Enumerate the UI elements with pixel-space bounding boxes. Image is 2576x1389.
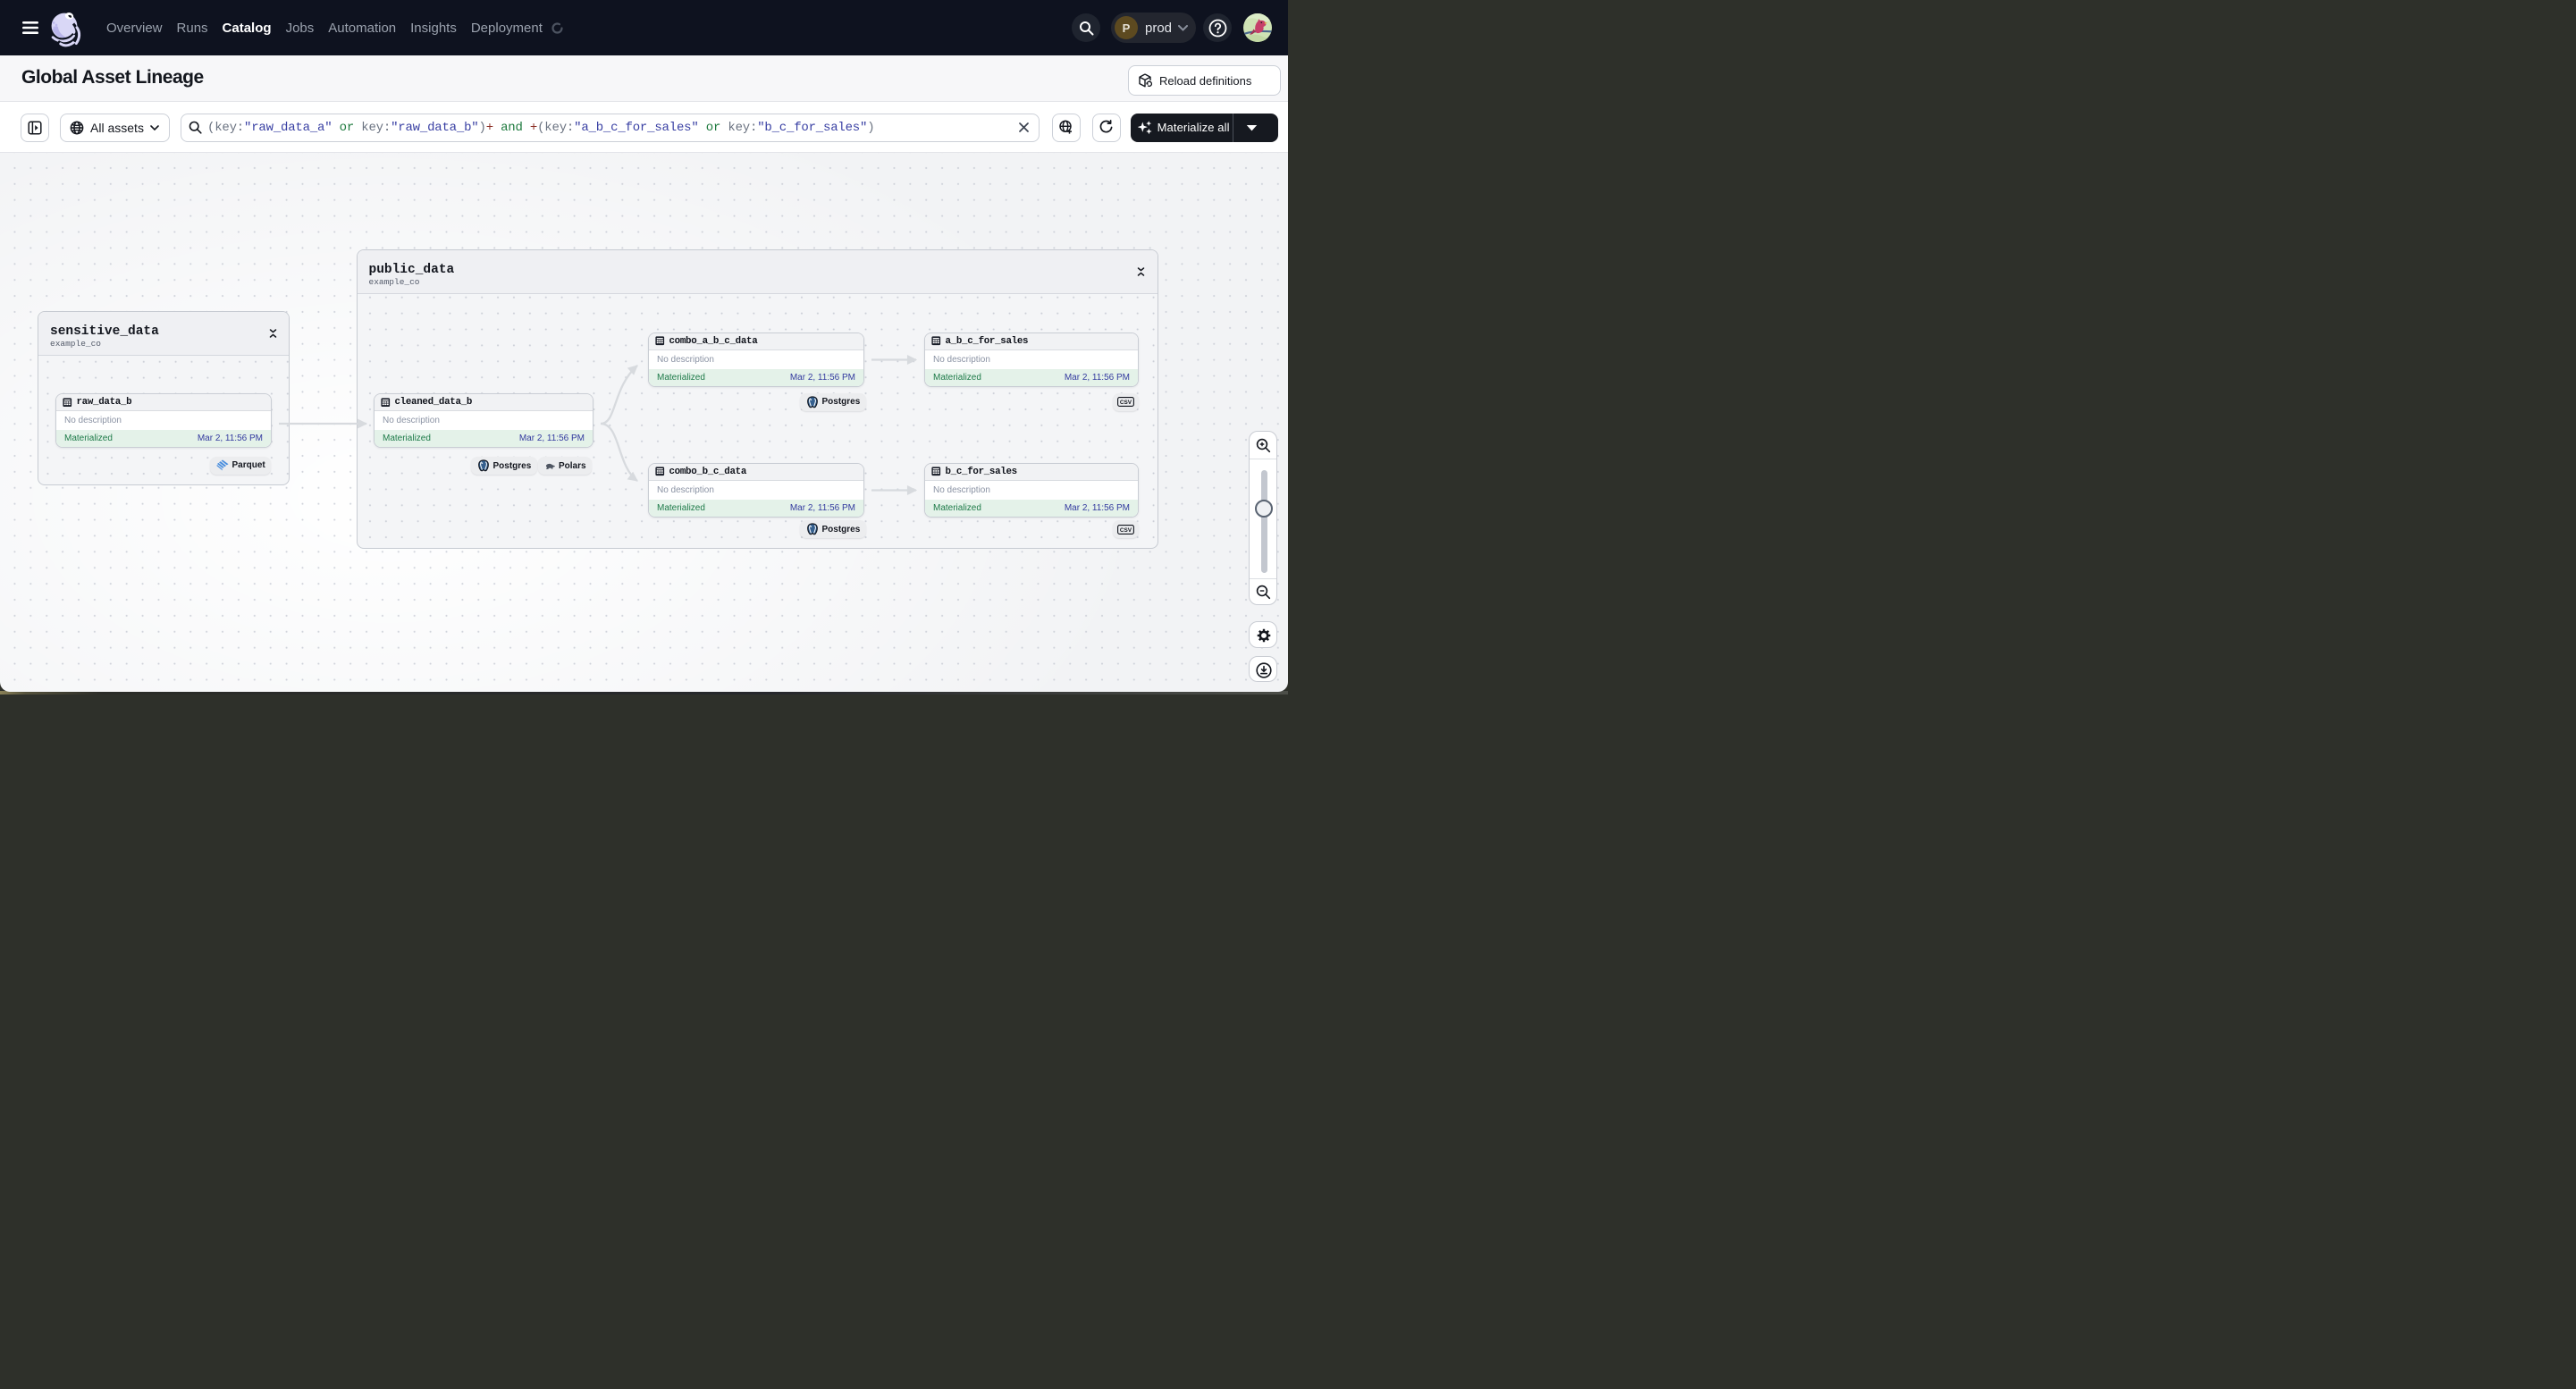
svg-text:CSV: CSV xyxy=(1120,527,1132,534)
svg-text:CSV: CSV xyxy=(1120,400,1132,406)
